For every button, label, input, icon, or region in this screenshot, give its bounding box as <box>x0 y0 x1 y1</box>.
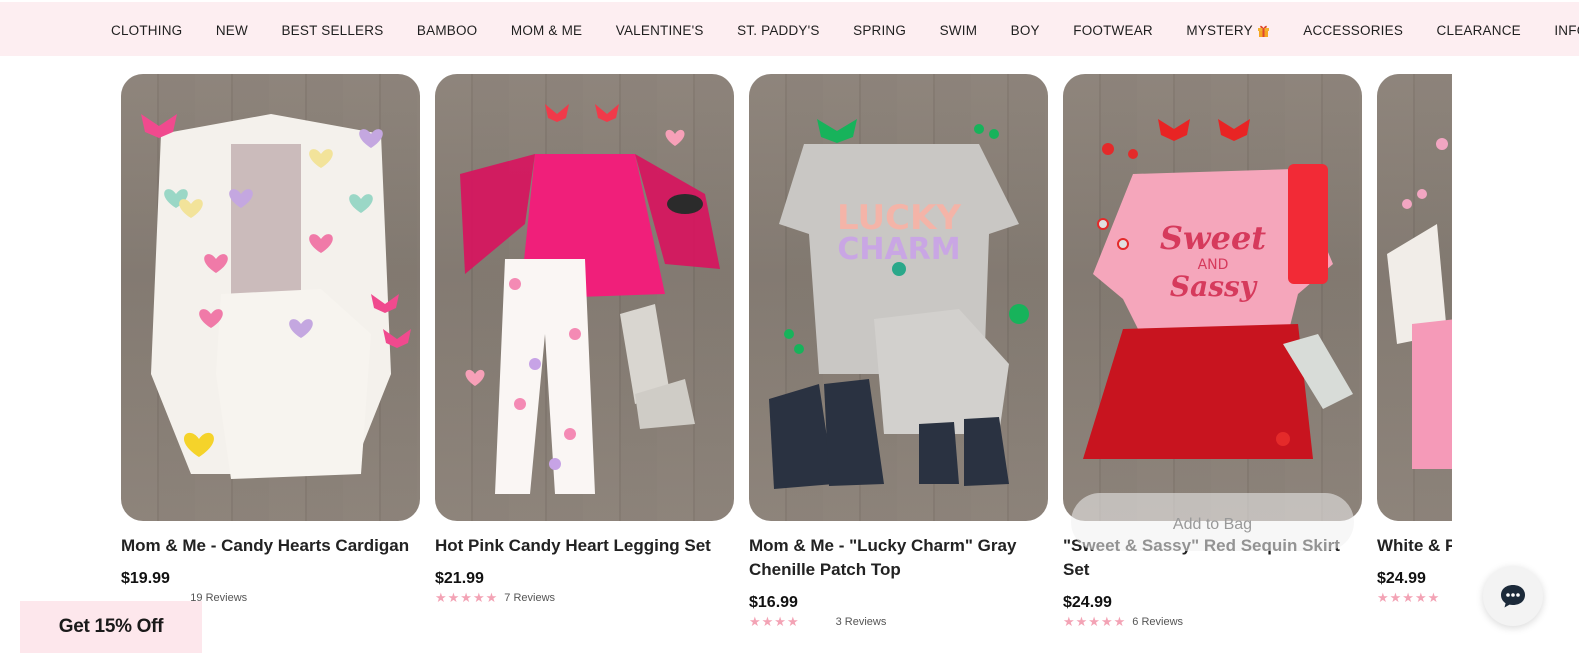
nav-list: CLOTHING NEW BEST SELLERS BAMBOO MOM & M… <box>111 2 1579 58</box>
review-count[interactable]: 7 Reviews <box>504 592 555 604</box>
nav-item-boy[interactable]: BOY <box>1011 23 1040 38</box>
nav-item-st-paddys[interactable]: ST. PADDY'S <box>737 23 820 38</box>
nav-item-new[interactable]: NEW <box>216 23 248 38</box>
discount-promo-button[interactable]: Get 15% Off <box>20 601 202 653</box>
product-card[interactable]: White & P $24.99 ★★★★★ <box>1377 74 1452 606</box>
product-price: $16.99 <box>749 594 798 611</box>
nav-item-label: INFO <box>1554 22 1579 38</box>
product-rating: ★★★★★ <box>1377 590 1452 606</box>
product-carousel: Mom & Me - Candy Hearts Cardigan $19.99 … <box>121 74 1452 656</box>
product-rating: ★★★★★ 6 Reviews <box>1063 614 1362 630</box>
product-card[interactable]: LUCKY CHARM Mom & Me - "Lucky Charm" Gra… <box>749 74 1048 630</box>
review-count[interactable]: 6 Reviews <box>1132 616 1183 628</box>
star-rating: ★★★★★ <box>435 590 499 605</box>
review-count[interactable]: 3 Reviews <box>836 616 887 628</box>
nav-item-label: ACCESSORIES <box>1303 22 1404 38</box>
nav-item-accessories[interactable]: ACCESSORIES <box>1303 23 1403 38</box>
sassy-graphic-text: Sassy <box>1170 270 1258 303</box>
product-price: $24.99 <box>1377 570 1426 587</box>
product-title[interactable]: Mom & Me - Candy Hearts Cardigan <box>121 534 420 558</box>
product-image[interactable] <box>435 74 734 521</box>
product-card[interactable]: Sweet AND Sassy Add to Bag "Sweet & Sass… <box>1063 74 1362 630</box>
nav-item-best-sellers[interactable]: BEST SELLERS <box>281 23 383 38</box>
star-rating: ★★★★ <box>749 614 800 629</box>
nav-item-mystery[interactable]: MYSTERY <box>1186 23 1269 38</box>
nav-item-label: CLEARANCE <box>1436 22 1521 38</box>
product-card[interactable]: Mom & Me - Candy Hearts Cardigan $19.99 … <box>121 74 420 606</box>
nav-item-label: BAMBOO <box>416 22 478 38</box>
nav-item-label: BOY <box>1010 22 1040 38</box>
product-image[interactable]: LUCKY CHARM <box>749 74 1048 521</box>
nav-item-label: FOOTWEAR <box>1073 22 1153 38</box>
product-price: $24.99 <box>1063 594 1112 611</box>
star-rating: ★★★★★ <box>1377 590 1441 605</box>
product-title[interactable]: White & P <box>1377 534 1452 558</box>
nav-item-bamboo[interactable]: BAMBOO <box>417 23 477 38</box>
nav-item-label: NEW <box>215 22 248 38</box>
charm-patch-text: CHARM <box>837 232 960 267</box>
nav-item-label: ST. PADDY'S <box>737 22 820 38</box>
product-title[interactable]: Mom & Me - "Lucky Charm" Gray Chenille P… <box>749 534 1048 582</box>
nav-item-spring[interactable]: SPRING <box>853 23 906 38</box>
nav-item-label: SWIM <box>939 22 978 38</box>
gift-icon <box>1257 24 1270 37</box>
chat-button[interactable] <box>1483 566 1543 626</box>
nav-item-info[interactable]: INFO <box>1554 23 1579 38</box>
nav-item-label: MOM & ME <box>510 22 583 38</box>
nav-item-mom-and-me[interactable]: MOM & ME <box>511 23 582 38</box>
product-image[interactable]: Sweet AND Sassy <box>1063 74 1362 521</box>
nav-item-clearance[interactable]: CLEARANCE <box>1437 23 1521 38</box>
product-price: $19.99 <box>121 570 170 587</box>
nav-item-label: MYSTERY <box>1186 22 1253 38</box>
nav-item-label: SPRING <box>853 22 907 38</box>
star-rating: ★★★★★ <box>1063 614 1127 629</box>
product-image[interactable] <box>121 74 420 521</box>
main-navigation: CLOTHING NEW BEST SELLERS BAMBOO MOM & M… <box>0 0 1579 56</box>
product-price: $21.99 <box>435 570 484 587</box>
product-card[interactable]: Hot Pink Candy Heart Legging Set $21.99 … <box>435 74 734 606</box>
nav-item-footwear[interactable]: FOOTWEAR <box>1073 23 1153 38</box>
nav-item-valentines[interactable]: VALENTINE'S <box>616 23 704 38</box>
nav-item-label: BEST SELLERS <box>281 22 384 38</box>
sweet-graphic-text: Sweet <box>1160 219 1266 257</box>
product-title[interactable]: Hot Pink Candy Heart Legging Set <box>435 534 734 558</box>
nav-item-clothing[interactable]: CLOTHING <box>111 23 182 38</box>
product-rating: ★★★★★ 7 Reviews <box>435 590 734 606</box>
product-rating: ★★★★ 3 Reviews <box>749 614 1048 630</box>
nav-item-label: VALENTINE'S <box>615 22 704 38</box>
chat-bubble-icon <box>1501 585 1525 608</box>
nav-item-label: CLOTHING <box>111 22 183 38</box>
add-to-bag-button[interactable]: Add to Bag <box>1071 493 1354 551</box>
product-image[interactable] <box>1377 74 1452 521</box>
nav-item-swim[interactable]: SWIM <box>940 23 978 38</box>
